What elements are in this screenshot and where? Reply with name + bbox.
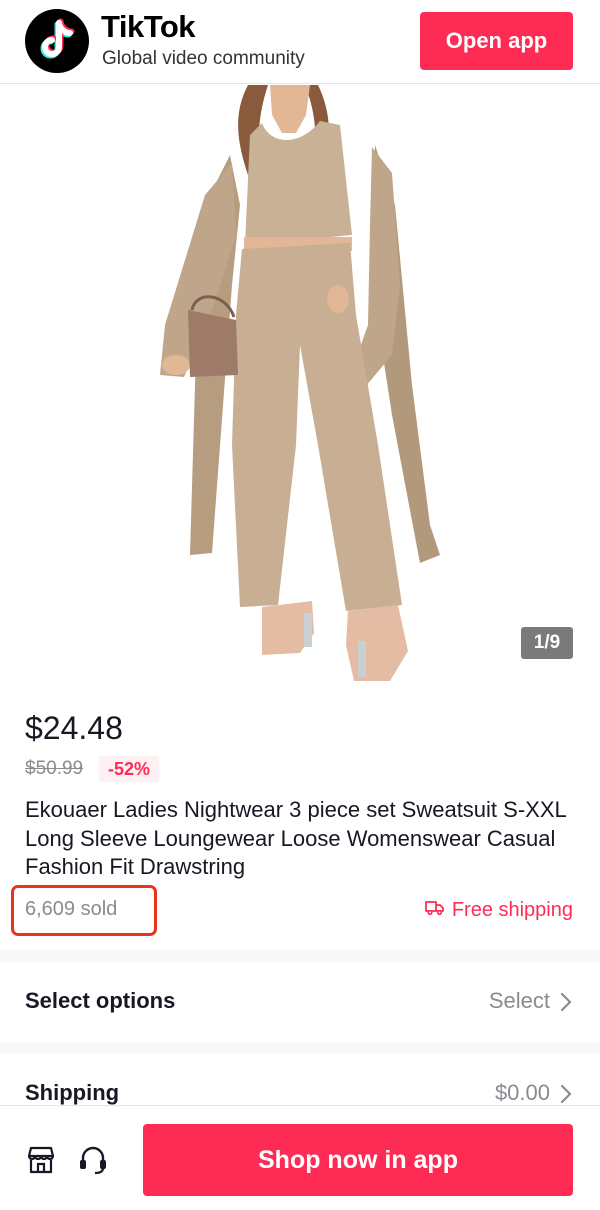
image-counter: 1/9 — [521, 627, 573, 659]
store-icon[interactable] — [25, 1144, 57, 1181]
select-options-row[interactable]: Select options Select — [0, 964, 600, 1040]
sold-count-highlight-box — [11, 885, 157, 936]
original-price: $50.99 — [25, 758, 84, 779]
select-options-label: Select options — [25, 988, 176, 1013]
free-shipping-text: Free shipping — [451, 899, 573, 921]
free-shipping-label: Free shipping — [424, 899, 573, 922]
discount-badge: -52% — [99, 756, 160, 782]
section-divider — [0, 1042, 600, 1054]
headset-icon[interactable] — [77, 1144, 109, 1181]
product-image[interactable] — [0, 85, 600, 685]
open-app-button[interactable]: Open app — [420, 12, 573, 70]
section-divider — [0, 950, 600, 962]
shipping-value: $0.00 — [494, 1080, 550, 1105]
chevron-right-icon — [560, 992, 572, 1017]
select-options-value: Select — [488, 988, 550, 1013]
current-price: $24.48 — [25, 710, 123, 746]
shipping-label: Shipping — [25, 1080, 120, 1105]
product-photo-illustration — [160, 85, 440, 681]
truck-icon — [424, 899, 445, 922]
bottom-action-bar: Shop now in app — [0, 1105, 600, 1210]
shop-now-in-app-button[interactable]: Shop now in app — [143, 1124, 573, 1196]
app-header: TikTok Global video community Open app — [0, 0, 600, 84]
brand-tagline: Global video community — [102, 48, 305, 69]
brand-name: TikTok — [101, 9, 196, 44]
product-title: Ekouaer Ladies Nightwear 3 piece set Swe… — [25, 797, 566, 879]
tiktok-logo-icon[interactable] — [25, 9, 89, 73]
